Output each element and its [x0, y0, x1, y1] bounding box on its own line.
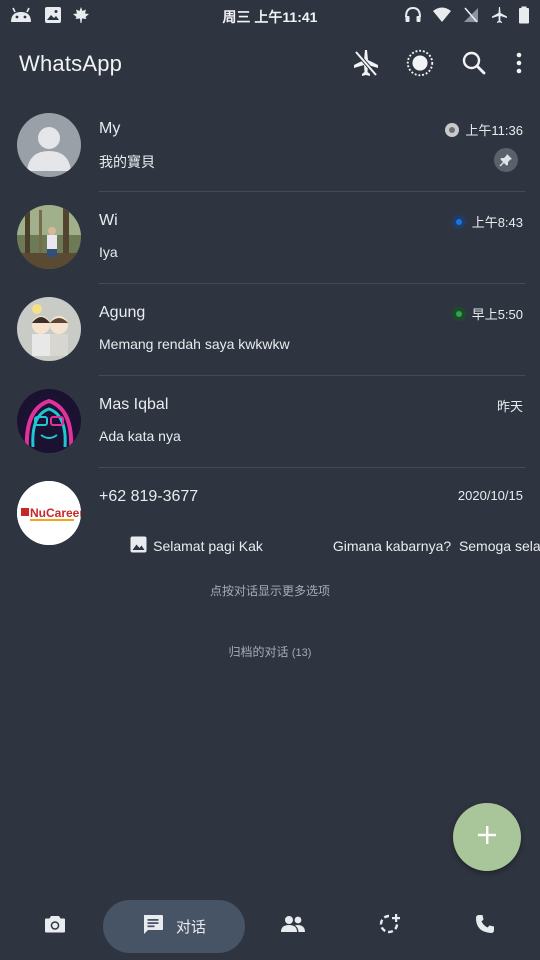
tab-chats[interactable]: 对话 — [103, 900, 245, 953]
nav-calls[interactable] — [460, 900, 510, 953]
status-dot — [451, 214, 466, 229]
avatar-logo[interactable]: NuCareer — [17, 481, 81, 545]
nav-camera[interactable] — [30, 900, 80, 953]
archived-label: 归档的对话 — [228, 645, 289, 659]
no-signal-icon — [462, 6, 480, 29]
chat-name: Mas Iqbal — [99, 396, 169, 413]
chat-time: 早上5:50 — [471, 307, 523, 322]
avatar-photo[interactable] — [17, 389, 81, 453]
search-icon[interactable] — [458, 46, 490, 80]
status-bar: 周三 上午11:41 — [0, 0, 540, 30]
chat-row[interactable]: Wi 上午8:43 Iya — [0, 192, 540, 284]
tap-hint: 点按对话显示更多选项 — [209, 584, 330, 598]
chat-last-message: Iya — [99, 244, 118, 260]
archived-chats-link[interactable]: 归档的对话 (13) — [0, 643, 540, 660]
chat-list: My 上午11:36 我的寶貝 Wi 上午8:43 Iya Agung 早上5:… — [0, 100, 540, 560]
chat-name: My — [99, 120, 121, 137]
avatar-default[interactable] — [17, 113, 81, 177]
bottom-nav: 对话 — [0, 890, 540, 960]
nav-status[interactable] — [364, 900, 414, 953]
chat-name: Agung — [99, 304, 146, 321]
chat-row[interactable]: Mas Iqbal 昨天 Ada kata nya — [0, 376, 540, 468]
pin-icon — [494, 148, 518, 172]
photo-icon — [99, 520, 147, 572]
app-bar: WhatsApp — [0, 38, 540, 90]
brightness-icon[interactable] — [404, 46, 436, 80]
chat-last-message: Ada kata nya — [99, 428, 181, 444]
avatar-photo[interactable] — [17, 297, 81, 361]
camera-icon — [44, 914, 66, 939]
chat-row[interactable]: Agung 早上5:50 Memang rendah saya kwkwkw — [0, 284, 540, 376]
community-icon — [280, 915, 306, 938]
chat-row[interactable]: NuCareer +62 819-3677 2020/10/15 Selamat… — [0, 468, 540, 560]
headphones-icon — [404, 6, 422, 29]
new-chat-button[interactable] — [453, 803, 521, 871]
chat-name: +62 819-3677 — [99, 488, 199, 505]
status-dot — [445, 122, 460, 137]
plus-icon — [477, 825, 497, 850]
chat-name: Wi — [99, 212, 118, 229]
chat-time: 昨天 — [496, 399, 523, 414]
call-icon — [475, 914, 495, 939]
status-icon — [378, 913, 400, 940]
chat-last-message: Memang rendah saya kwkwkw — [99, 336, 290, 352]
chat-icon — [142, 913, 164, 940]
tab-chats-label: 对话 — [175, 919, 206, 936]
app-title: WhatsApp — [19, 51, 123, 76]
chat-last-message: 我的寶貝 — [99, 154, 155, 170]
avatar-photo[interactable] — [17, 205, 81, 269]
chat-time: 上午8:43 — [471, 215, 523, 230]
status-dot — [451, 306, 466, 321]
svg-text:NuCareer: NuCareer — [30, 506, 81, 520]
battery-icon — [518, 6, 530, 29]
chat-last-message: Selamat pagi Kak Gimana kabarnya? Semoga… — [153, 538, 540, 554]
archived-count: (13) — [291, 647, 312, 659]
more-vert-icon[interactable] — [512, 46, 526, 80]
nav-community[interactable] — [268, 900, 318, 953]
chat-time: 上午11:36 — [465, 123, 523, 138]
wifi-icon — [432, 6, 452, 29]
airplane-off-icon[interactable] — [350, 46, 382, 80]
airplane-icon — [490, 6, 508, 29]
chat-time: 2020/10/15 — [457, 488, 523, 503]
chat-row[interactable]: My 上午11:36 我的寶貝 — [0, 100, 540, 192]
